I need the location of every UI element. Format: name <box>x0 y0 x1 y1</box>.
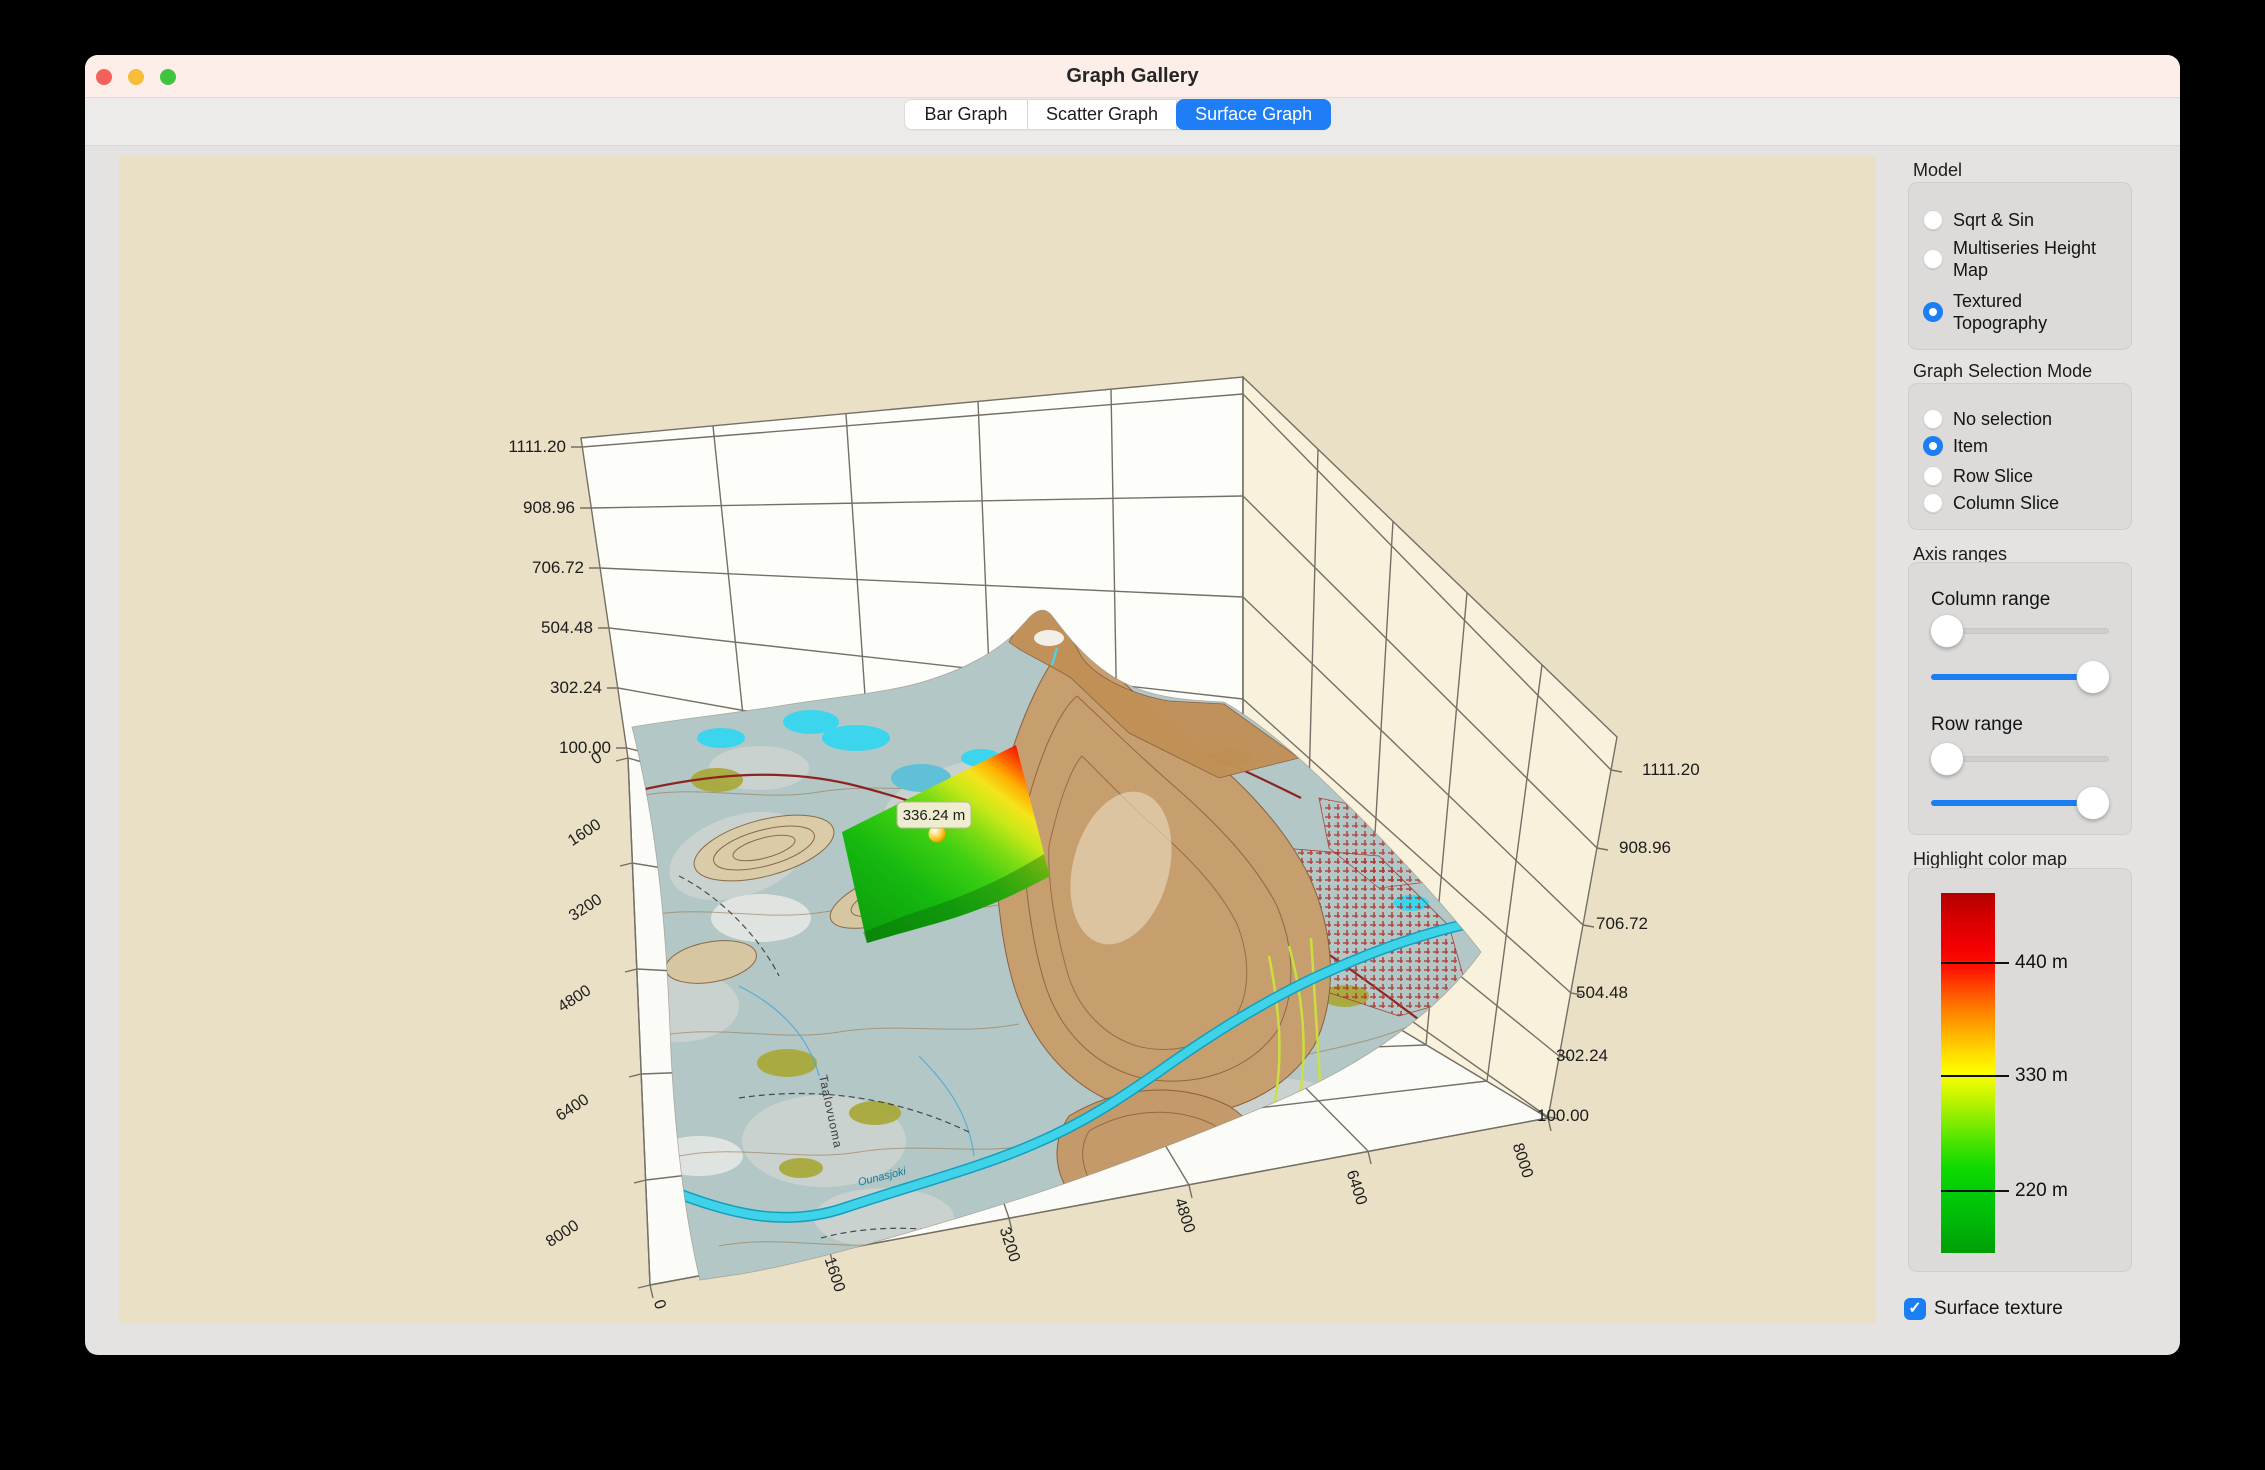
svg-text:100.00: 100.00 <box>559 738 611 757</box>
row-range-label: Row range <box>1931 714 2023 736</box>
column-range-max-slider[interactable] <box>1931 661 2109 693</box>
column-range-label: Column range <box>1931 589 2050 611</box>
radio-sqrt-sin[interactable]: Sqrt & Sin <box>1923 209 2113 231</box>
radio-icon <box>1923 493 1943 513</box>
colormap-tick-line <box>1941 962 2009 964</box>
window-title: Graph Gallery <box>85 55 2180 98</box>
radio-no-selection[interactable]: No selection <box>1923 408 2113 430</box>
surface-graph-svg: Taalovuoma Ounasjoki 336.24 m 1111.20 90… <box>119 156 1876 1324</box>
tab-scatter-graph[interactable]: Scatter Graph <box>1028 100 1177 129</box>
tab-bar-graph[interactable]: Bar Graph <box>905 100 1028 129</box>
slider-thumb[interactable] <box>1931 615 1963 647</box>
radio-item[interactable]: Item <box>1923 435 2113 457</box>
radio-icon <box>1923 249 1943 269</box>
selection-mode-group-box: No selection Item Row Slice Column Slice <box>1908 383 2132 530</box>
colormap-tick-label: 440 m <box>2015 952 2068 974</box>
surface-texture-label: Surface texture <box>1934 1298 2063 1320</box>
svg-text:100.00: 100.00 <box>1537 1106 1589 1125</box>
colormap-tick-label: 220 m <box>2015 1180 2068 1202</box>
radio-icon-selected <box>1923 436 1943 456</box>
column-range-min-slider[interactable] <box>1931 615 2109 647</box>
slider-fill <box>1931 674 2094 680</box>
model-group-box: Sqrt & Sin Multiseries Height Map Textur… <box>1908 182 2132 350</box>
colormap-group-box: 440 m 330 m 220 m <box>1908 868 2132 1272</box>
radio-row-slice[interactable]: Row Slice <box>1923 465 2113 487</box>
axis-ranges-group-box: Column range Row range <box>1908 562 2132 835</box>
tab-surface-graph[interactable]: Surface Graph <box>1177 100 1330 129</box>
svg-text:908.96: 908.96 <box>1619 838 1671 857</box>
svg-text:504.48: 504.48 <box>1576 983 1628 1002</box>
selection-mode-group-title: Graph Selection Mode <box>1913 361 2092 382</box>
colormap-tick-line <box>1941 1190 2009 1192</box>
checkbox-checked-icon[interactable]: ✓ <box>1904 1298 1926 1320</box>
colormap-gradient-bar <box>1941 893 1995 1253</box>
radio-icon <box>1923 466 1943 486</box>
radio-icon-selected <box>1923 302 1943 322</box>
svg-text:504.48: 504.48 <box>541 618 593 637</box>
surface-texture-checkbox-row[interactable]: ✓ Surface texture <box>1904 1298 2063 1320</box>
svg-text:706.72: 706.72 <box>532 558 584 577</box>
radio-icon <box>1923 409 1943 429</box>
svg-text:1111.20: 1111.20 <box>508 437 566 456</box>
model-group-title: Model <box>1913 160 1962 181</box>
svg-text:706.72: 706.72 <box>1596 914 1648 933</box>
svg-text:908.96: 908.96 <box>523 498 575 517</box>
titlebar: Graph Gallery <box>85 55 2180 98</box>
radio-multiseries-height-map[interactable]: Multiseries Height Map <box>1923 237 2113 281</box>
slider-fill <box>1931 800 2094 806</box>
svg-text:302.24: 302.24 <box>1556 1046 1608 1065</box>
surface-graph-canvas[interactable]: Taalovuoma Ounasjoki 336.24 m 1111.20 90… <box>119 156 1876 1324</box>
row-range-min-slider[interactable] <box>1931 743 2109 775</box>
app-window: Graph Gallery Bar Graph Scatter Graph Su… <box>85 55 2180 1355</box>
radio-icon <box>1923 210 1943 230</box>
svg-text:1111.20: 1111.20 <box>1642 760 1700 779</box>
colormap-group-title: Highlight color map <box>1913 849 2067 870</box>
colormap-tick-label: 330 m <box>2015 1065 2068 1087</box>
selection-tooltip-value: 336.24 m <box>903 807 966 824</box>
slider-thumb[interactable] <box>2077 787 2109 819</box>
selection-tooltip: 336.24 m <box>897 802 971 828</box>
radio-textured-topography[interactable]: Textured Topography <box>1923 290 2113 334</box>
tab-segmented-control: Bar Graph Scatter Graph Surface Graph <box>905 100 1330 129</box>
slider-thumb[interactable] <box>2077 661 2109 693</box>
svg-text:302.24: 302.24 <box>550 678 602 697</box>
colormap-tick-line <box>1941 1075 2009 1077</box>
slider-thumb[interactable] <box>1931 743 1963 775</box>
radio-column-slice[interactable]: Column Slice <box>1923 492 2113 514</box>
tab-bar: Bar Graph Scatter Graph Surface Graph <box>85 98 2180 146</box>
row-range-max-slider[interactable] <box>1931 787 2109 819</box>
